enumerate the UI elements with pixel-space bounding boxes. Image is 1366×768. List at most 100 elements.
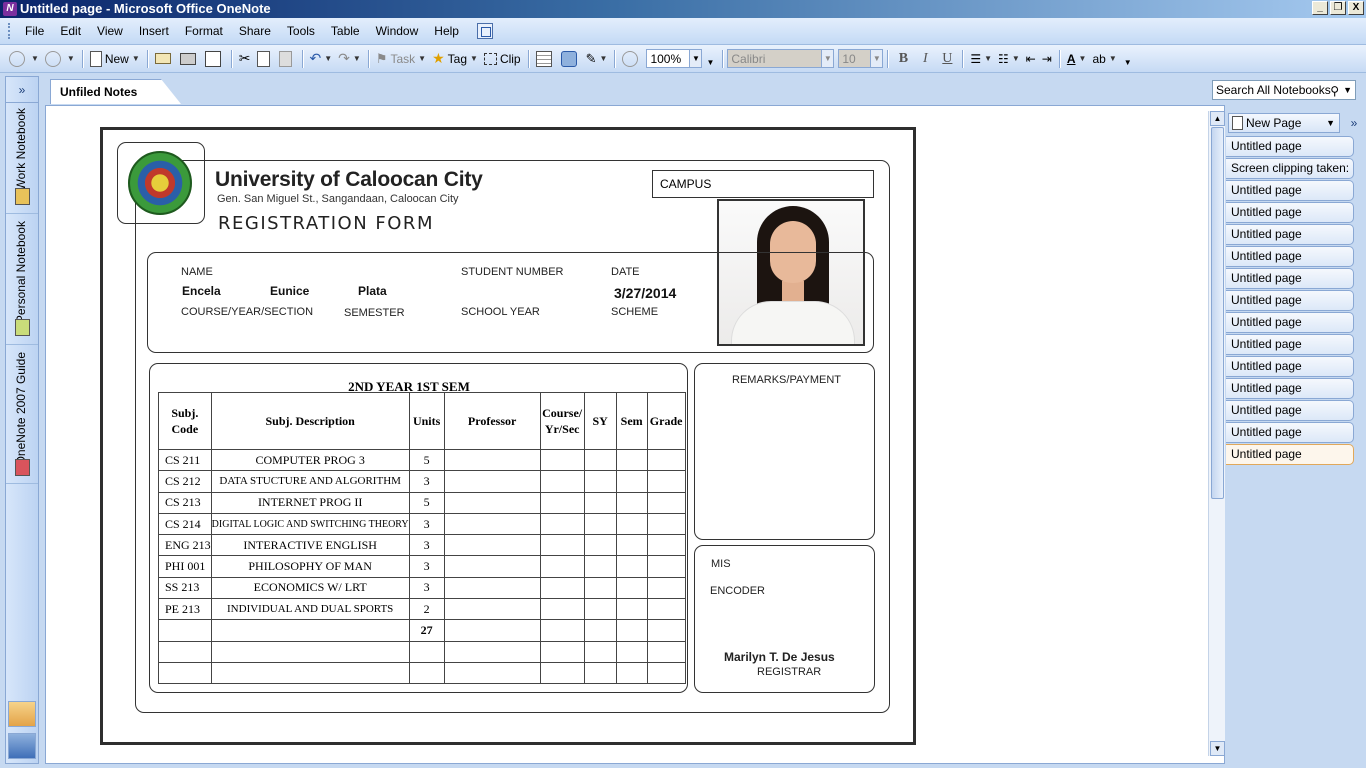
menu-insert[interactable]: Insert bbox=[131, 22, 177, 40]
zoom-combo[interactable]: 100% ▼ bbox=[646, 49, 703, 68]
undo-button[interactable]: ↶ ▼ bbox=[307, 48, 336, 70]
page-tab-item[interactable]: Untitled page bbox=[1226, 334, 1354, 355]
search-input[interactable]: Search All Notebooks ⚲ ▼ bbox=[1212, 80, 1356, 100]
scroll-down-icon[interactable]: ▼ bbox=[1210, 741, 1225, 756]
menu-edit[interactable]: Edit bbox=[52, 22, 89, 40]
paste-button[interactable] bbox=[276, 48, 298, 70]
page-tab-item[interactable]: Untitled page bbox=[1226, 400, 1354, 421]
page-tab-item[interactable]: Untitled page bbox=[1226, 444, 1354, 465]
page-tab-item[interactable]: Untitled page bbox=[1226, 422, 1354, 443]
scroll-up-icon[interactable]: ▲ bbox=[1210, 111, 1225, 126]
notebook-guide[interactable]: OneNote 2007 Guide bbox=[6, 346, 38, 484]
registration-form-image[interactable]: University of Caloocan City Gen. San Mig… bbox=[100, 127, 916, 745]
minimize-button[interactable]: _ bbox=[1312, 1, 1328, 15]
all-notebooks-icon[interactable] bbox=[8, 733, 36, 759]
restore-button[interactable]: ❐ bbox=[1330, 1, 1346, 15]
menu-tools[interactable]: Tools bbox=[279, 22, 323, 40]
increase-indent-icon: ⇥ bbox=[1041, 51, 1052, 66]
search-scope-dropdown-icon[interactable]: ▼ bbox=[1343, 81, 1352, 99]
separator bbox=[962, 49, 964, 68]
italic-button[interactable]: I bbox=[914, 51, 936, 67]
highlight-button[interactable]: ab ▼ bbox=[1089, 48, 1119, 70]
font-combo[interactable]: Calibri ▼ bbox=[727, 49, 835, 68]
print-button[interactable] bbox=[177, 48, 202, 70]
copy-button[interactable] bbox=[254, 48, 276, 70]
decrease-indent-button[interactable]: ⇤ bbox=[1023, 48, 1039, 70]
new-button[interactable]: New ▼ bbox=[87, 48, 143, 70]
page-tab-item[interactable]: Untitled page bbox=[1226, 268, 1354, 289]
collapse-page-tabs-button[interactable]: » bbox=[1344, 113, 1364, 133]
bold-button[interactable]: B bbox=[892, 51, 914, 67]
notebook-personal[interactable]: Personal Notebook bbox=[6, 215, 38, 345]
tag-button[interactable]: ★ Tag ▼ bbox=[429, 48, 481, 70]
notebook-work[interactable]: Work Notebook bbox=[6, 104, 38, 214]
page-tab-item[interactable]: Untitled page bbox=[1226, 356, 1354, 377]
redo-button[interactable]: ↷ ▼ bbox=[335, 48, 364, 70]
onenote-app-icon[interactable]: N bbox=[3, 2, 17, 16]
decrease-indent-icon: ⇤ bbox=[1025, 51, 1036, 66]
toolbar-options-icon-2[interactable]: ▼ bbox=[1124, 58, 1132, 67]
page-tab-item[interactable]: Untitled page bbox=[1226, 312, 1354, 333]
numbering-button[interactable]: ☷ ▼ bbox=[995, 48, 1023, 70]
university-name: University of Caloocan City bbox=[215, 168, 483, 191]
toolbar-options-icon[interactable]: ▼ bbox=[706, 58, 714, 67]
page-tab-item[interactable]: Untitled page bbox=[1226, 378, 1354, 399]
font-color-button[interactable]: A ▼ bbox=[1064, 48, 1090, 70]
page-tab-item[interactable]: Untitled page bbox=[1226, 224, 1354, 245]
menu-format[interactable]: Format bbox=[177, 22, 231, 40]
unfiled-notes-icon[interactable] bbox=[8, 701, 36, 727]
bullets-button[interactable]: ☰ ▼ bbox=[967, 48, 995, 70]
help-pane-icon[interactable] bbox=[476, 23, 493, 39]
title-bar: N Untitled page - Microsoft Office OneNo… bbox=[0, 0, 1366, 18]
chevron-down-icon[interactable]: ▼ bbox=[1326, 114, 1335, 132]
search-icon[interactable]: ⚲ bbox=[1330, 82, 1339, 100]
page-tab-item[interactable]: Untitled page bbox=[1226, 202, 1354, 223]
menu-share[interactable]: Share bbox=[231, 22, 279, 40]
research-button[interactable] bbox=[558, 48, 583, 70]
underline-button[interactable]: U bbox=[936, 51, 958, 67]
forward-button[interactable]: ▼ bbox=[42, 48, 78, 70]
page-tab-item[interactable]: Untitled page bbox=[1226, 136, 1354, 157]
date-label: DATE bbox=[611, 266, 640, 278]
menu-table[interactable]: Table bbox=[323, 22, 368, 40]
subject-code: CS 211 bbox=[158, 448, 212, 472]
increase-indent-button[interactable]: ⇥ bbox=[1039, 48, 1055, 70]
table-row: PHI 001 PHILOSOPHY OF MAN 3 bbox=[158, 555, 686, 578]
font-size-dropdown-icon[interactable]: ▼ bbox=[870, 50, 883, 67]
page-tab-item[interactable]: Untitled page bbox=[1226, 180, 1354, 201]
back-button[interactable]: ▼ bbox=[6, 48, 42, 70]
menu-window[interactable]: Window bbox=[368, 22, 427, 40]
email-button[interactable] bbox=[152, 48, 177, 70]
page-tab-item[interactable]: Screen clipping taken: 1 bbox=[1226, 158, 1354, 179]
task-button[interactable]: ⚑ Task ▼ bbox=[373, 48, 429, 70]
pen-button[interactable]: ✎ ▼ bbox=[583, 48, 611, 70]
insert-table-button[interactable] bbox=[533, 48, 558, 70]
mis-label: MIS bbox=[711, 558, 731, 570]
close-button[interactable]: X bbox=[1348, 1, 1364, 15]
print-preview-button[interactable] bbox=[202, 48, 227, 70]
expand-navigation-button[interactable]: » bbox=[6, 77, 38, 103]
menu-help[interactable]: Help bbox=[426, 22, 467, 40]
font-dropdown-icon[interactable]: ▼ bbox=[821, 50, 834, 67]
audio-button[interactable] bbox=[619, 48, 644, 70]
menu-file[interactable]: File bbox=[17, 22, 52, 40]
vertical-scrollbar[interactable]: ▲ ▼ bbox=[1208, 111, 1225, 756]
new-page-button[interactable]: New Page ▼ bbox=[1228, 113, 1340, 133]
subject-units: 3 bbox=[408, 555, 445, 578]
clip-label: Clip bbox=[499, 51, 521, 66]
zoom-dropdown-icon[interactable]: ▼ bbox=[689, 50, 702, 67]
university-logo-box bbox=[117, 142, 205, 224]
subject-units: 2 bbox=[408, 598, 445, 621]
date-value: 3/27/2014 bbox=[614, 285, 677, 301]
page-tab-item[interactable]: Untitled page bbox=[1226, 246, 1354, 267]
cut-button[interactable]: ✂ bbox=[236, 48, 254, 70]
middle-name: Eunice bbox=[270, 284, 310, 298]
campus-field: CAMPUS bbox=[652, 170, 874, 198]
clip-button[interactable]: Clip bbox=[481, 48, 524, 70]
menu-view[interactable]: View bbox=[89, 22, 131, 40]
scrollbar-thumb[interactable] bbox=[1211, 127, 1224, 499]
font-size-combo[interactable]: 10 ▼ bbox=[838, 49, 884, 68]
menu-grip[interactable] bbox=[8, 23, 11, 39]
tab-unfiled-notes[interactable]: Unfiled Notes bbox=[50, 79, 181, 104]
page-tab-item[interactable]: Untitled page bbox=[1226, 290, 1354, 311]
